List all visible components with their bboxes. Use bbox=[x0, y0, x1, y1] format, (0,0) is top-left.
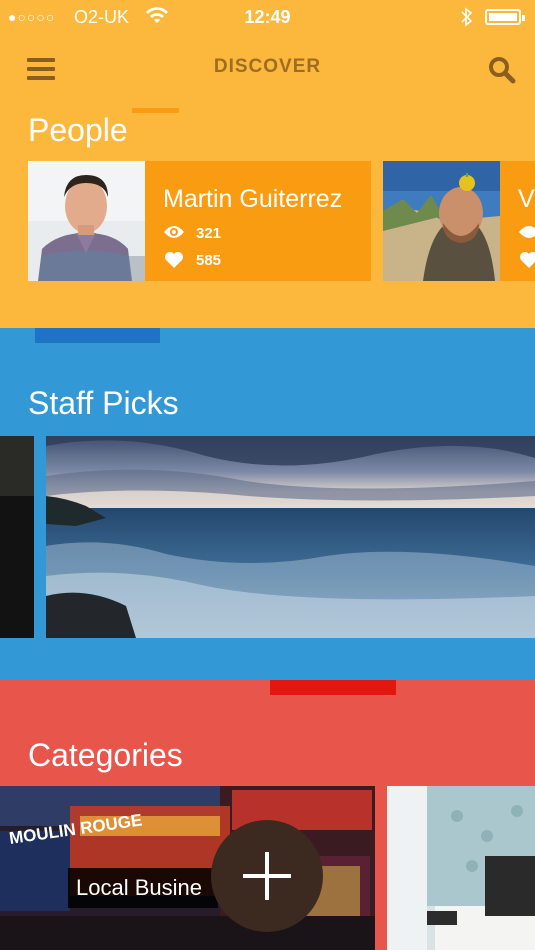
page-title: DISCOVER bbox=[213, 56, 322, 77]
person-card[interactable]: Vi bbox=[383, 161, 535, 281]
top-nav-bar: DISCOVER bbox=[0, 36, 535, 108]
heart-icon bbox=[165, 252, 183, 268]
staff-pick-photo[interactable] bbox=[46, 436, 535, 638]
person-card[interactable]: Martin Guiterrez 321 585 bbox=[28, 161, 371, 281]
battery-icon bbox=[485, 9, 525, 25]
plus-icon bbox=[243, 852, 291, 900]
search-icon[interactable] bbox=[488, 56, 516, 84]
categories-section-title: Categories bbox=[28, 737, 183, 773]
clock: 12:49 bbox=[244, 7, 291, 27]
person-name: Vi bbox=[518, 185, 535, 213]
category-label-box: Local Busine bbox=[68, 868, 218, 908]
add-button[interactable] bbox=[211, 820, 323, 932]
staff-pick-thumbnail[interactable] bbox=[0, 436, 34, 638]
section-indicator bbox=[132, 108, 179, 113]
person-avatar bbox=[28, 161, 145, 281]
section-indicator bbox=[270, 680, 396, 695]
heart-icon bbox=[520, 252, 535, 268]
category-tile-home[interactable] bbox=[387, 786, 535, 950]
bluetooth-icon bbox=[461, 7, 473, 27]
people-section: People Martin Guiterrez 321 585 V bbox=[0, 108, 535, 328]
staff-picks-section-title: Staff Picks bbox=[28, 385, 179, 421]
status-bar: ●○○○○ O2-UK 12:49 bbox=[0, 0, 535, 36]
eye-icon bbox=[519, 226, 535, 238]
section-indicator bbox=[35, 328, 160, 343]
people-section-title: People bbox=[28, 112, 128, 148]
like-count: 585 bbox=[196, 252, 222, 269]
eye-icon bbox=[164, 226, 184, 238]
person-name: Martin Guiterrez bbox=[163, 185, 343, 213]
staff-picks-section: Staff Picks bbox=[0, 328, 535, 680]
person-avatar bbox=[383, 161, 500, 281]
view-count: 321 bbox=[196, 225, 222, 242]
category-label: Local Busine bbox=[76, 875, 202, 900]
